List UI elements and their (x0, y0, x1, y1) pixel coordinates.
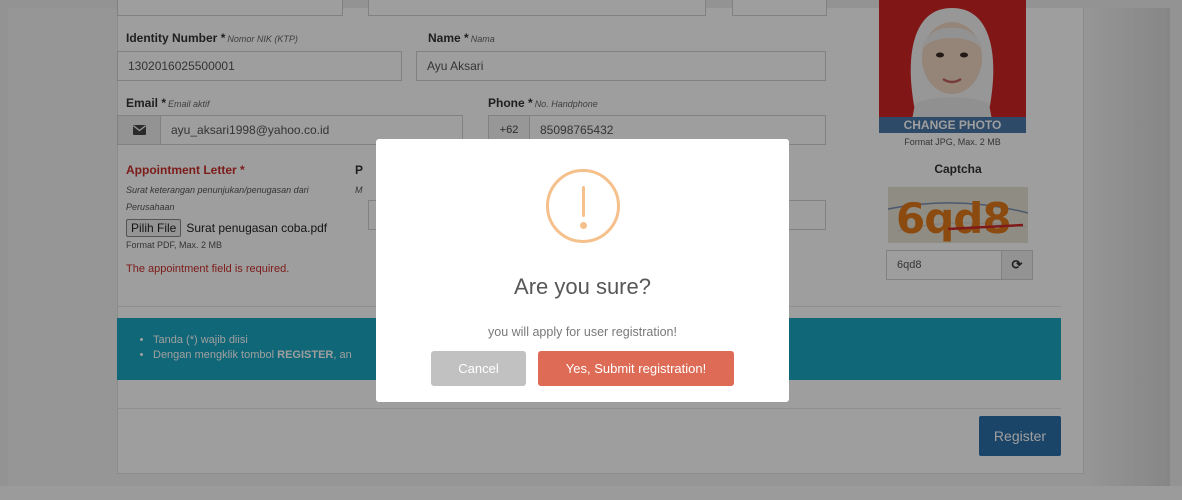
cancel-button[interactable]: Cancel (431, 351, 526, 386)
confirm-submit-button[interactable]: Yes, Submit registration! (538, 351, 734, 386)
warning-icon (546, 169, 620, 243)
confirm-dialog: Are you sure? you will apply for user re… (376, 139, 789, 402)
dialog-title: Are you sure? (514, 274, 651, 299)
dialog-message: you will apply for user registration! (488, 325, 677, 339)
